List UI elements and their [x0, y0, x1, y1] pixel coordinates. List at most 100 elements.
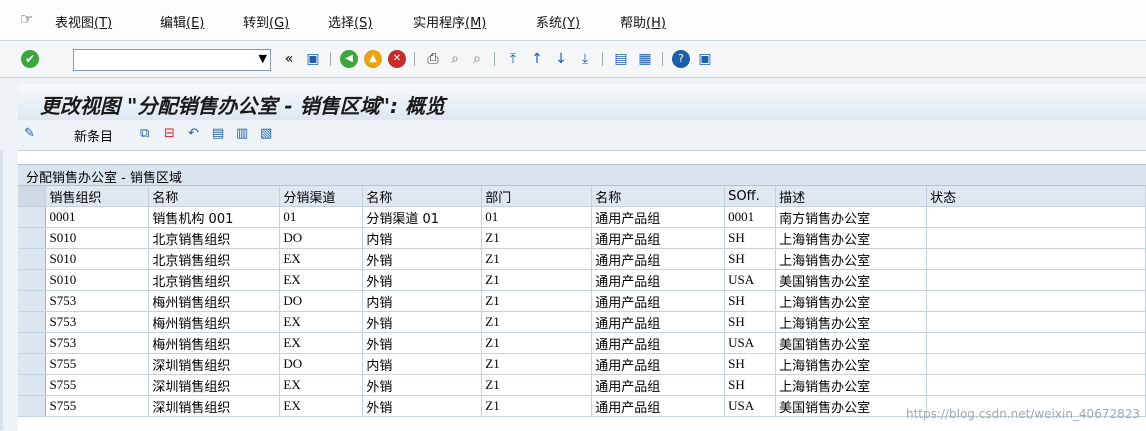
row-selector[interactable]: [18, 269, 47, 291]
row-selector[interactable]: [18, 353, 47, 375]
table-cell[interactable]: Z1: [481, 227, 593, 249]
table-cell[interactable]: [926, 290, 1146, 312]
table-cell[interactable]: Z1: [481, 374, 593, 396]
delete-icon[interactable]: ⊟: [164, 126, 175, 141]
table-cell[interactable]: EX: [279, 332, 364, 354]
menu-goto[interactable]: 转到(G): [243, 12, 289, 31]
table-cell[interactable]: 上海销售办公室: [775, 353, 928, 375]
table-cell[interactable]: 北京销售组织: [148, 269, 281, 291]
column-header[interactable]: 名称: [591, 186, 726, 207]
table-cell[interactable]: S755: [45, 395, 150, 417]
table-cell[interactable]: [926, 269, 1146, 291]
back-icon[interactable]: ◀: [340, 50, 358, 68]
table-cell[interactable]: S753: [45, 332, 150, 354]
menu-utilities[interactable]: 实用程序(M): [413, 12, 486, 31]
table-cell[interactable]: 外销: [362, 248, 483, 270]
deselect-all-icon[interactable]: ▧: [260, 126, 272, 141]
chevron-down-icon[interactable]: ▼: [259, 52, 267, 65]
first-page-icon[interactable]: ⤒: [504, 50, 522, 68]
save-icon[interactable]: ▣: [304, 50, 322, 68]
table-cell[interactable]: Z1: [481, 353, 593, 375]
table-cell[interactable]: 通用产品组: [591, 311, 726, 333]
row-selector[interactable]: [18, 248, 47, 270]
cancel-icon[interactable]: ✕: [388, 50, 406, 68]
table-cell[interactable]: 美国销售办公室: [775, 395, 928, 417]
row-selector[interactable]: [18, 290, 47, 312]
table-cell[interactable]: [926, 353, 1146, 375]
column-header[interactable]: 部门: [481, 186, 593, 207]
column-header[interactable]: 名称: [362, 186, 483, 207]
table-cell[interactable]: 上海销售办公室: [775, 374, 928, 396]
table-cell[interactable]: USA: [724, 395, 777, 417]
table-cell[interactable]: 外销: [362, 269, 483, 291]
table-cell[interactable]: [926, 206, 1146, 228]
table-cell[interactable]: 通用产品组: [591, 395, 726, 417]
table-cell[interactable]: 内销: [362, 290, 483, 312]
menu-toggle-icon[interactable]: ☞: [20, 10, 33, 28]
column-header[interactable]: 名称: [148, 186, 281, 207]
previous-page-icon[interactable]: ↑: [528, 50, 546, 68]
table-cell[interactable]: Z1: [481, 248, 593, 270]
find-icon[interactable]: ⌕: [446, 50, 464, 68]
table-cell[interactable]: 深圳销售组织: [148, 374, 281, 396]
select-block-icon[interactable]: ▥: [236, 126, 248, 141]
table-cell[interactable]: 通用产品组: [591, 332, 726, 354]
table-cell[interactable]: 南方销售办公室: [775, 206, 928, 228]
table-cell[interactable]: [926, 332, 1146, 354]
command-field[interactable]: ▼: [73, 49, 271, 71]
table-cell[interactable]: S010: [45, 269, 150, 291]
menu-edit[interactable]: 编辑(E): [160, 12, 204, 31]
table-cell[interactable]: 通用产品组: [591, 353, 726, 375]
table-cell[interactable]: EX: [279, 269, 364, 291]
table-cell[interactable]: S755: [45, 353, 150, 375]
column-header[interactable]: 分销渠道: [279, 186, 364, 207]
select-all-icon[interactable]: ▤: [212, 126, 224, 141]
table-cell[interactable]: 01: [481, 206, 593, 228]
table-cell[interactable]: [926, 227, 1146, 249]
table-cell[interactable]: 美国销售办公室: [775, 332, 928, 354]
table-cell[interactable]: SH: [724, 311, 777, 333]
table-cell[interactable]: SH: [724, 248, 777, 270]
table-cell[interactable]: 外销: [362, 311, 483, 333]
table-cell[interactable]: 01: [279, 206, 364, 228]
table-cell[interactable]: 梅州销售组织: [148, 311, 281, 333]
table-cell[interactable]: 通用产品组: [591, 227, 726, 249]
row-selector[interactable]: [18, 227, 47, 249]
table-cell[interactable]: S010: [45, 248, 150, 270]
table-cell[interactable]: 销售机构 001: [148, 206, 281, 228]
table-cell[interactable]: 分销渠道 01: [362, 206, 483, 228]
menu-help[interactable]: 帮助(H): [620, 12, 666, 31]
table-cell[interactable]: 外销: [362, 395, 483, 417]
table-cell[interactable]: S010: [45, 227, 150, 249]
table-cell[interactable]: 通用产品组: [591, 269, 726, 291]
row-selector[interactable]: [18, 311, 47, 333]
table-cell[interactable]: SH: [724, 290, 777, 312]
menu-select[interactable]: 选择(S): [328, 12, 372, 31]
menu-table-view[interactable]: 表视图(T): [55, 12, 112, 31]
collapse-icon[interactable]: «: [280, 50, 298, 68]
table-cell[interactable]: 上海销售办公室: [775, 290, 928, 312]
table-cell[interactable]: EX: [279, 395, 364, 417]
table-cell[interactable]: S753: [45, 290, 150, 312]
table-cell[interactable]: 通用产品组: [591, 206, 726, 228]
table-cell[interactable]: 深圳销售组织: [148, 353, 281, 375]
column-header[interactable]: 销售组织: [45, 186, 150, 207]
table-cell[interactable]: USA: [724, 269, 777, 291]
table-cell[interactable]: EX: [279, 374, 364, 396]
new-entries-button[interactable]: 新条目: [74, 126, 113, 145]
table-cell[interactable]: 上海销售办公室: [775, 227, 928, 249]
exit-icon[interactable]: ▲: [364, 50, 382, 68]
table-cell[interactable]: 0001: [724, 206, 777, 228]
row-selector[interactable]: [18, 374, 47, 396]
column-header[interactable]: SOff.: [724, 186, 777, 207]
help-icon[interactable]: ?: [672, 50, 690, 68]
table-cell[interactable]: Z1: [481, 311, 593, 333]
table-cell[interactable]: SH: [724, 374, 777, 396]
table-cell[interactable]: Z1: [481, 290, 593, 312]
table-cell[interactable]: 美国销售办公室: [775, 269, 928, 291]
table-cell[interactable]: Z1: [481, 332, 593, 354]
copy-icon[interactable]: ⧉: [140, 126, 149, 141]
table-cell[interactable]: 通用产品组: [591, 290, 726, 312]
row-selector[interactable]: [18, 332, 47, 354]
print-icon[interactable]: ⎙: [424, 50, 442, 68]
